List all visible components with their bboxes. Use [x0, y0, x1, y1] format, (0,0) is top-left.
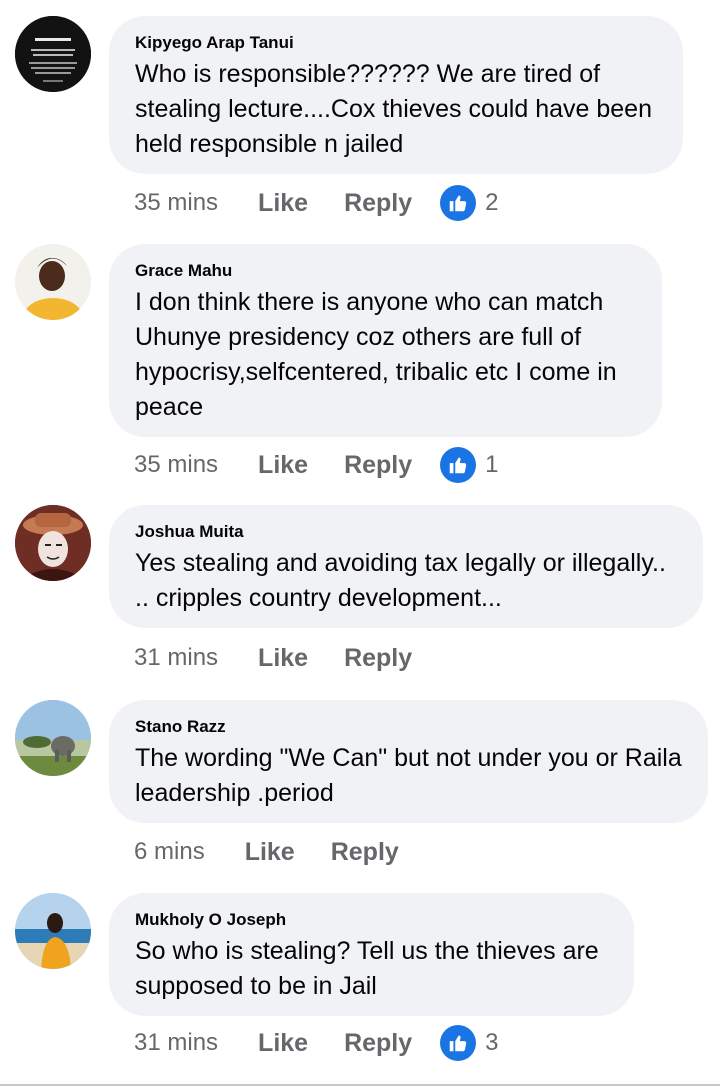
comment-author[interactable]: Joshua Muita	[135, 522, 677, 542]
reply-button[interactable]: Reply	[344, 189, 412, 218]
comment-bubble: Mukholy O Joseph So who is stealing? Tel…	[109, 893, 634, 1016]
reaction-summary[interactable]: 1	[440, 447, 499, 483]
like-button[interactable]: Like	[245, 838, 295, 867]
comment-author[interactable]: Kipyego Arap Tanui	[135, 33, 657, 53]
comment-author[interactable]: Mukholy O Joseph	[135, 910, 608, 930]
comment-author[interactable]: Grace Mahu	[135, 261, 636, 281]
comment-text: Who is responsible?????? We are tired of…	[135, 60, 652, 158]
comment-bubble: Grace Mahu I don think there is anyone w…	[109, 244, 662, 437]
avatar[interactable]	[15, 244, 91, 320]
reply-button[interactable]: Reply	[344, 451, 412, 480]
comment-text: The wording "We Can" but not under you o…	[135, 744, 682, 807]
comment-author[interactable]: Stano Razz	[135, 717, 682, 737]
reaction-count: 2	[485, 189, 499, 216]
comment-actions: 35 mins Like Reply 1	[134, 447, 499, 483]
comment-actions: 35 mins Like Reply 2	[134, 185, 499, 221]
thumbs-up-icon	[440, 185, 477, 221]
avatar-image	[15, 16, 91, 92]
thumbs-up-icon	[440, 447, 477, 483]
comment-text: Yes stealing and avoiding tax legally or…	[135, 549, 666, 612]
reply-button[interactable]: Reply	[344, 1029, 412, 1058]
reply-button[interactable]: Reply	[344, 644, 412, 673]
reaction-summary[interactable]: 2	[440, 185, 499, 221]
comment-time[interactable]: 6 mins	[134, 838, 205, 866]
reaction-count: 3	[485, 1029, 499, 1056]
avatar-image	[15, 700, 91, 776]
reaction-count: 1	[485, 451, 499, 478]
comment-time[interactable]: 35 mins	[134, 189, 218, 217]
reaction-summary[interactable]: 3	[440, 1025, 499, 1061]
comment-bubble: Stano Razz The wording "We Can" but not …	[109, 700, 708, 823]
avatar[interactable]	[15, 16, 91, 92]
comment-time[interactable]: 31 mins	[134, 644, 218, 672]
avatar-image	[15, 893, 91, 969]
avatar[interactable]	[15, 505, 91, 581]
thumbs-up-icon	[440, 1025, 477, 1061]
comment-time[interactable]: 35 mins	[134, 451, 218, 479]
comment-text: So who is stealing? Tell us the thieves …	[135, 937, 599, 1000]
comment-actions: 31 mins Like Reply	[134, 641, 448, 675]
bottom-divider	[0, 1084, 720, 1086]
comment-text: I don think there is anyone who can matc…	[135, 288, 617, 421]
comment-bubble: Joshua Muita Yes stealing and avoiding t…	[109, 505, 703, 628]
avatar[interactable]	[15, 893, 91, 969]
like-button[interactable]: Like	[258, 451, 308, 480]
like-button[interactable]: Like	[258, 644, 308, 673]
like-button[interactable]: Like	[258, 189, 308, 218]
comment-time[interactable]: 31 mins	[134, 1029, 218, 1057]
comment-actions: 6 mins Like Reply	[134, 835, 435, 869]
avatar-image	[15, 505, 91, 581]
comment-bubble: Kipyego Arap Tanui Who is responsible???…	[109, 16, 683, 174]
comment-actions: 31 mins Like Reply 3	[134, 1025, 499, 1061]
avatar-image	[15, 244, 91, 320]
avatar[interactable]	[15, 700, 91, 776]
reply-button[interactable]: Reply	[331, 838, 399, 867]
like-button[interactable]: Like	[258, 1029, 308, 1058]
